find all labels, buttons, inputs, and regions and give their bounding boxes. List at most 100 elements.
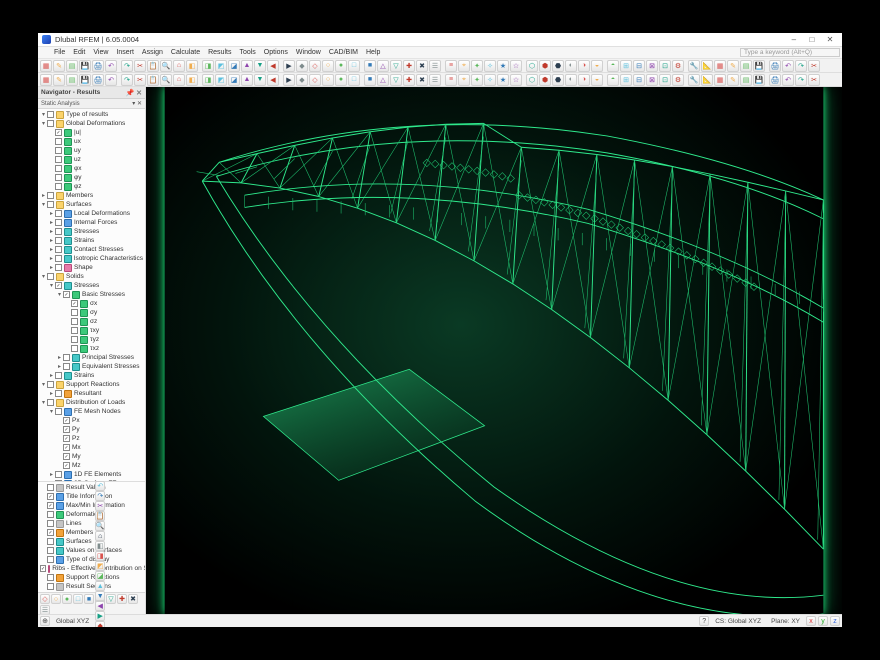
expand-icon[interactable]: ▾ bbox=[40, 273, 47, 280]
tree-node[interactable]: ▾Global Deformations bbox=[38, 119, 145, 128]
menu-calculate[interactable]: Calculate bbox=[167, 49, 204, 56]
toolbar-button[interactable]: ▦ bbox=[714, 74, 726, 86]
checkbox[interactable] bbox=[55, 264, 62, 271]
toolbar-button[interactable]: ✦ bbox=[471, 60, 483, 72]
checkbox[interactable] bbox=[71, 336, 78, 343]
checkbox[interactable] bbox=[47, 192, 54, 199]
toolbar-button[interactable]: ◪ bbox=[228, 60, 240, 72]
checkbox[interactable] bbox=[47, 529, 54, 536]
checkbox[interactable] bbox=[55, 165, 62, 172]
checkbox[interactable] bbox=[55, 282, 62, 289]
toolbar-button[interactable]: ✎ bbox=[727, 74, 739, 86]
minimize-button[interactable]: – bbox=[786, 35, 802, 44]
toolbar-button[interactable]: ⚙ bbox=[672, 74, 684, 86]
tree-node[interactable]: τyz bbox=[38, 335, 145, 344]
toolbar-button[interactable]: ↶ bbox=[105, 74, 117, 86]
toolbar-button[interactable]: ↷ bbox=[121, 74, 133, 86]
tree-node[interactable]: uy bbox=[38, 146, 145, 155]
checkbox[interactable] bbox=[47, 201, 54, 208]
toolbar-button[interactable]: ↷ bbox=[795, 74, 807, 86]
tree-node[interactable]: ▸Strains bbox=[38, 236, 145, 245]
toolbar-button[interactable]: ⊡ bbox=[659, 74, 671, 86]
tree-node[interactable]: ▸Strains bbox=[38, 371, 145, 380]
status-tool[interactable]: 🔍 bbox=[95, 521, 105, 531]
toolbar-button[interactable]: ▦ bbox=[40, 74, 52, 86]
toolbar-button[interactable]: ■ bbox=[364, 74, 376, 86]
menu-window[interactable]: Window bbox=[292, 49, 325, 56]
tree-node[interactable]: ux bbox=[38, 137, 145, 146]
toolbar-button[interactable]: ▤ bbox=[740, 74, 752, 86]
menu-tools[interactable]: Tools bbox=[235, 49, 259, 56]
toolbar-button[interactable]: 💾 bbox=[79, 60, 91, 72]
checkbox[interactable] bbox=[71, 309, 78, 316]
toolbar-button[interactable]: ■ bbox=[364, 60, 376, 72]
toolbar-button[interactable]: ↷ bbox=[795, 60, 807, 72]
toolbar-button[interactable]: ⊠ bbox=[646, 60, 658, 72]
checkbox[interactable] bbox=[55, 390, 62, 397]
toolbar-button[interactable]: ◪ bbox=[228, 74, 240, 86]
checkbox[interactable] bbox=[47, 399, 54, 406]
toolbar-button[interactable]: ≡ bbox=[445, 74, 457, 86]
tree-node[interactable]: Type of display bbox=[38, 555, 145, 564]
toolbar-button[interactable]: ▤ bbox=[66, 74, 78, 86]
toolbar-button[interactable]: ⬡ bbox=[526, 60, 538, 72]
checkbox[interactable] bbox=[63, 435, 70, 442]
toolbar-button[interactable]: ⊟ bbox=[633, 60, 645, 72]
toolbar-button[interactable]: ◐ bbox=[565, 60, 577, 72]
expand-icon[interactable]: ▸ bbox=[48, 228, 55, 235]
checkbox[interactable] bbox=[47, 556, 54, 563]
checkbox[interactable] bbox=[55, 129, 62, 136]
toolbar-button[interactable]: ▶ bbox=[283, 60, 295, 72]
tree-node[interactable]: Result Values bbox=[38, 483, 145, 492]
toolbar-button[interactable]: ⬣ bbox=[552, 74, 564, 86]
toolbar-button[interactable]: 📋 bbox=[147, 74, 159, 86]
toolbar-button[interactable]: ✎ bbox=[727, 60, 739, 72]
checkbox[interactable] bbox=[47, 511, 54, 518]
nav-footer-button[interactable]: ● bbox=[62, 594, 72, 604]
toolbar-button[interactable]: ◓ bbox=[607, 74, 619, 86]
menu-file[interactable]: File bbox=[50, 49, 69, 56]
tree-node[interactable]: Deformation bbox=[38, 510, 145, 519]
toolbar-button[interactable]: 🖨 bbox=[92, 60, 104, 72]
checkbox[interactable] bbox=[63, 363, 70, 370]
status-tool[interactable]: ✂ bbox=[95, 501, 105, 511]
checkbox[interactable] bbox=[71, 345, 78, 352]
toolbar-button[interactable]: ▼ bbox=[254, 74, 266, 86]
toolbar-button[interactable]: ☆ bbox=[510, 60, 522, 72]
checkbox[interactable] bbox=[55, 246, 62, 253]
checkbox[interactable] bbox=[63, 453, 70, 460]
menu-help[interactable]: Help bbox=[362, 49, 384, 56]
toolbar-button[interactable]: ▽ bbox=[390, 60, 402, 72]
toolbar-button[interactable]: 🖨 bbox=[769, 60, 781, 72]
menu-insert[interactable]: Insert bbox=[112, 49, 138, 56]
toolbar-button[interactable]: ▦ bbox=[40, 60, 52, 72]
tree-node[interactable]: ▸Shape bbox=[38, 263, 145, 272]
toolbar-button[interactable]: ↶ bbox=[782, 60, 794, 72]
tree-node[interactable]: ▾Basic Stresses bbox=[38, 290, 145, 299]
tree-node[interactable]: τxy bbox=[38, 326, 145, 335]
tree-node[interactable]: φy bbox=[38, 173, 145, 182]
toolbar-button[interactable]: ☰ bbox=[429, 60, 441, 72]
expand-icon[interactable]: ▾ bbox=[48, 282, 55, 289]
tree-node[interactable]: Ribs - Effective Contribution on Surface… bbox=[38, 564, 145, 573]
status-tool[interactable]: ▲ bbox=[95, 581, 105, 591]
toolbar-button[interactable]: ▽ bbox=[390, 74, 402, 86]
toolbar-button[interactable]: ⬡ bbox=[526, 74, 538, 86]
checkbox[interactable] bbox=[55, 219, 62, 226]
tree-node[interactable]: Support Reactions bbox=[38, 573, 145, 582]
toolbar-button[interactable]: ⌂ bbox=[173, 74, 185, 86]
tree-node[interactable]: Result Sections bbox=[38, 582, 145, 591]
toolbar-button[interactable]: 🖨 bbox=[769, 74, 781, 86]
nav-footer-button[interactable]: ◇ bbox=[40, 594, 50, 604]
expand-icon[interactable]: ▾ bbox=[40, 201, 47, 208]
toolbar-button[interactable]: ◧ bbox=[186, 74, 198, 86]
toolbar-button[interactable]: □ bbox=[348, 60, 360, 72]
toolbar-button[interactable]: ⌂ bbox=[173, 60, 185, 72]
nav-footer-button[interactable]: ✖ bbox=[128, 594, 138, 604]
checkbox[interactable] bbox=[55, 255, 62, 262]
tree-node[interactable]: ▾Surfaces bbox=[38, 200, 145, 209]
status-tool[interactable]: 📋 bbox=[95, 511, 105, 521]
checkbox[interactable] bbox=[55, 183, 62, 190]
status-tool[interactable]: ↶ bbox=[95, 481, 105, 491]
toolbar-button[interactable]: ⌖ bbox=[458, 60, 470, 72]
